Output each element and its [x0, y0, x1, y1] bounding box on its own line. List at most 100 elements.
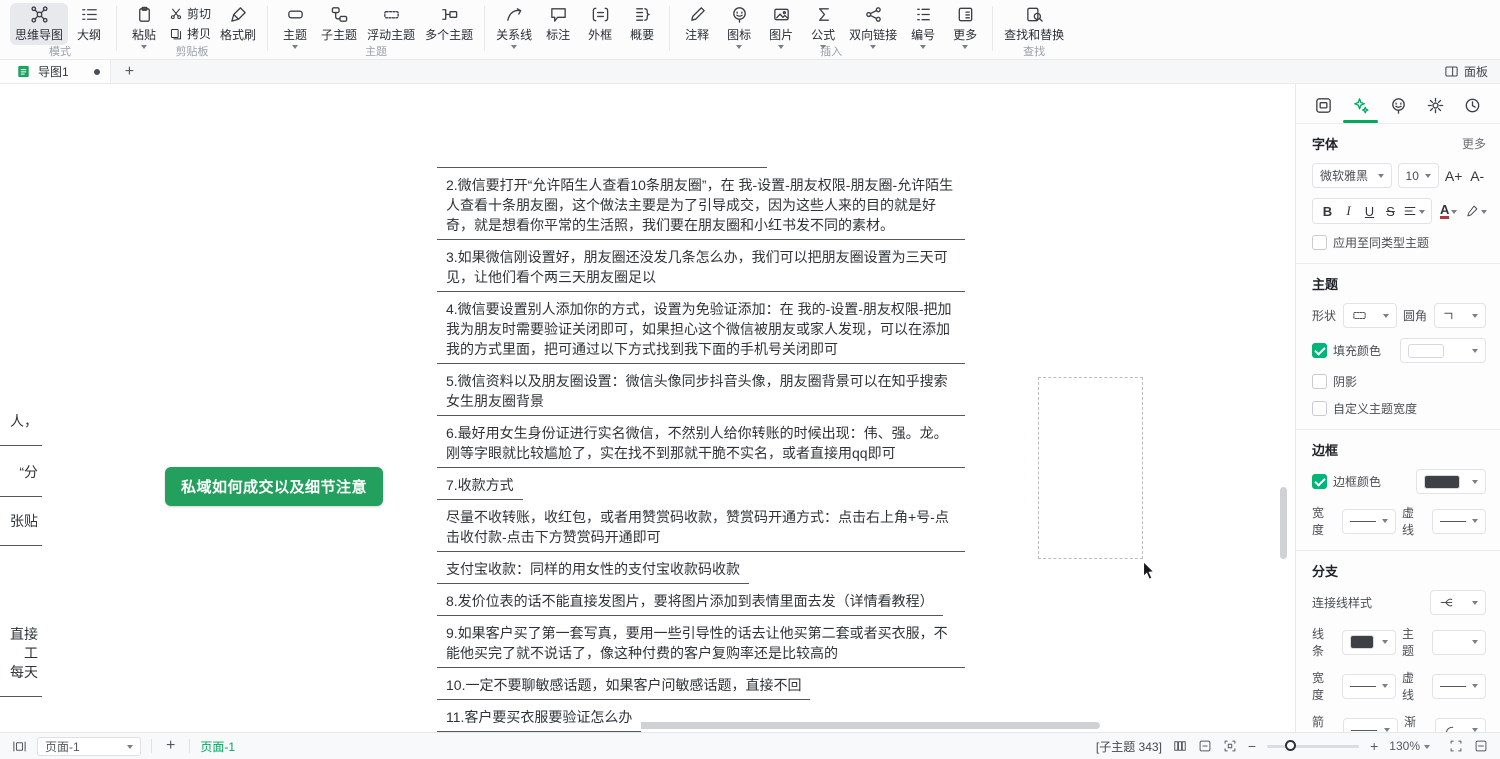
font-size-up-button[interactable]: A+	[1445, 168, 1463, 184]
fullscreen-icon[interactable]	[1449, 739, 1463, 753]
toolbar-button-cut[interactable]: 剪切	[169, 5, 211, 22]
italic-button[interactable]: I	[1338, 203, 1359, 219]
font-size-down-button[interactable]: A-	[1468, 168, 1486, 184]
new-tab-button[interactable]: +	[111, 63, 148, 81]
tab-style[interactable]	[1347, 92, 1374, 123]
fill-color-select[interactable]	[1400, 338, 1486, 363]
map-topic-node[interactable]: 2.微信要打开“允许陌生人查看10条朋友圈”，在 我-设置-朋友权限-朋友圈-允…	[437, 174, 965, 240]
toolbar-button-more[interactable]: 更多	[944, 3, 986, 51]
toolbar-button-number[interactable]: 编号	[902, 3, 944, 51]
border-dash-select[interactable]	[1432, 509, 1486, 534]
border-color-select[interactable]	[1416, 469, 1486, 494]
panel-icon	[1444, 64, 1459, 79]
strikethrough-button[interactable]: S	[1380, 204, 1401, 219]
toolbar-button-boundary[interactable]: 外框	[579, 3, 621, 45]
central-topic-node[interactable]: 私域如何成交以及细节注意	[165, 467, 383, 506]
mindmap-canvas[interactable]: 私域如何成交以及细节注意 2.微信要打开“允许陌生人查看10条朋友圈”，在 我-…	[0, 84, 1295, 732]
map-topic-node[interactable]: 10.一定不要聊敏感话题，如果客户问敏感话题，直接不回	[437, 674, 810, 700]
connector-style-select[interactable]	[1430, 590, 1486, 615]
font-more-button[interactable]: 更多	[1462, 135, 1486, 152]
zoom-slider-knob[interactable]	[1285, 740, 1296, 751]
page-select[interactable]: 页面-1	[37, 737, 141, 756]
toolbar-button-brush[interactable]: 格式刷	[215, 3, 261, 45]
map-topic-node[interactable]: 3.如果微信刚设置好，朋友圈还没发几条怎么办，我们可以把朋友圈设置为三天可见，让…	[437, 246, 965, 292]
layout-columns-icon[interactable]	[1173, 739, 1187, 753]
font-color-button[interactable]: A	[1440, 203, 1457, 219]
line-color-select[interactable]	[1342, 630, 1396, 655]
align-button[interactable]	[1401, 204, 1427, 218]
map-topic-node[interactable]: 5.微信资料以及朋友圈设置：微信头像同步抖音头像，朋友圈背景可以在知乎搜索女生朋…	[437, 370, 965, 416]
underline-button[interactable]: U	[1359, 204, 1380, 219]
toolbar-button-callout[interactable]: 标注	[537, 3, 579, 45]
map-topic-node-clipped-left[interactable]: 人，	[0, 412, 42, 446]
branch-dash-select[interactable]	[1432, 674, 1486, 699]
taper-select[interactable]	[1435, 718, 1486, 733]
map-topic-node[interactable]: 6.最好用女生身份证进行实名微信，不然别人给你转账的时候出现：伟、强。龙。刚等字…	[437, 422, 965, 468]
collapse-panel-icon[interactable]	[1474, 739, 1488, 753]
toolbar-button-note[interactable]: 注释	[676, 3, 718, 45]
toolbar-button-multitopic[interactable]: 多个主题	[420, 3, 478, 45]
corner-select[interactable]	[1434, 303, 1486, 328]
zoom-out-button[interactable]: −	[1248, 738, 1256, 754]
toolbar-button-formula[interactable]: 公式	[802, 3, 844, 51]
panel-toggle-button[interactable]: 面板	[1444, 63, 1500, 80]
zoom-slider[interactable]	[1267, 745, 1359, 748]
fill-color-swatch	[1408, 344, 1444, 358]
map-topic-node-clipped-left[interactable]: “分	[0, 463, 42, 497]
toolbar-button-topic[interactable]: 主题	[274, 3, 316, 51]
add-page-button[interactable]: +	[162, 737, 179, 755]
map-topic-node[interactable]: 11.客户要买衣服要验证怎么办	[437, 706, 641, 732]
formula-icon	[814, 5, 833, 24]
apply-same-type-checkbox[interactable]	[1312, 235, 1327, 250]
page-tab-1[interactable]: 页面-1	[200, 738, 235, 755]
toolbar-button-bilink[interactable]: 双向链接	[844, 3, 902, 51]
shadow-checkbox[interactable]	[1312, 374, 1327, 389]
zoom-level-select[interactable]: 130%	[1389, 739, 1430, 753]
font-size-select[interactable]: 10	[1398, 163, 1439, 188]
toolbar-button-sticker[interactable]: 图标	[718, 3, 760, 51]
font-family-select[interactable]: 微软雅黑	[1312, 163, 1392, 188]
toolbar-button-image[interactable]: 图片	[760, 3, 802, 51]
branch-width-select[interactable]	[1342, 674, 1396, 699]
shape-label: 形状	[1312, 307, 1336, 324]
custom-width-checkbox[interactable]	[1312, 401, 1327, 416]
toolbar-button-findreplace[interactable]: 查找和替换	[999, 3, 1069, 45]
toolbar-button-summary[interactable]: 概要	[621, 3, 663, 45]
bold-button[interactable]: B	[1317, 204, 1338, 219]
map-topic-node-clipped-left[interactable]: 直接 工 每天	[0, 625, 42, 697]
tab-history[interactable]	[1459, 92, 1486, 123]
zoom-in-button[interactable]: +	[1370, 738, 1378, 754]
branch-topic-select[interactable]	[1432, 630, 1486, 655]
map-topic-node[interactable]: 4.微信要设置别人添加你的方式，设置为免验证添加：在 我的-设置-朋友权限-把加…	[437, 298, 965, 364]
map-topic-node[interactable]: 9.如果客户买了第一套写真，要用一些引导性的话去让他买第二套或者买衣服，不能他买…	[437, 622, 965, 668]
map-topic-node[interactable]: 尽量不收转账，收红包，或者用赞赏码收款，赞赏码开通方式：点击右上角+号-点击收付…	[437, 506, 965, 552]
toolbar-button-mindmap[interactable]: 思维导图	[10, 3, 68, 45]
toolbar-button-paste[interactable]: 粘贴	[123, 3, 165, 51]
toolbar-button-copy[interactable]: 拷贝	[169, 25, 211, 42]
topic-section: 主题 形状 圆角 填充颜色 阴影 自定义主题宽度	[1296, 264, 1500, 430]
arrow-select[interactable]	[1343, 718, 1398, 733]
map-topic-node-clipped[interactable]	[437, 159, 767, 168]
toolbar-button-floattopic[interactable]: 浮动主题	[362, 3, 420, 45]
map-topic-node[interactable]: 支付宝收款：同样的用女性的支付宝收款码收款	[437, 558, 749, 584]
border-color-checkbox[interactable]	[1312, 474, 1327, 489]
map-topic-node-clipped-left[interactable]: 张贴	[0, 512, 42, 546]
page-panel-icon[interactable]	[12, 739, 27, 754]
highlight-button[interactable]	[1465, 204, 1487, 218]
map-topic-node[interactable]: 7.收款方式	[437, 474, 523, 500]
tab-sticker[interactable]	[1385, 92, 1412, 123]
document-tab[interactable]: 导图1	[0, 60, 111, 83]
toolbar-button-relation[interactable]: 关系线	[491, 3, 537, 51]
fill-color-checkbox[interactable]	[1312, 343, 1327, 358]
shape-select[interactable]	[1343, 303, 1397, 328]
cut-icon	[169, 7, 183, 21]
center-view-icon[interactable]	[1198, 739, 1212, 753]
toolbar-button-outline[interactable]: 大纲	[68, 3, 110, 45]
fit-screen-icon[interactable]	[1223, 739, 1237, 753]
vertical-scrollbar[interactable]	[1280, 487, 1287, 559]
toolbar-button-subtopic[interactable]: 子主题	[316, 3, 362, 45]
border-width-select[interactable]	[1342, 509, 1396, 534]
tab-theme[interactable]	[1422, 92, 1449, 123]
map-topic-node[interactable]: 8.发价位表的话不能直接发图片，要将图片添加到表情里面去发（详情看教程）	[437, 590, 943, 616]
tab-canvas-style[interactable]	[1310, 92, 1337, 123]
